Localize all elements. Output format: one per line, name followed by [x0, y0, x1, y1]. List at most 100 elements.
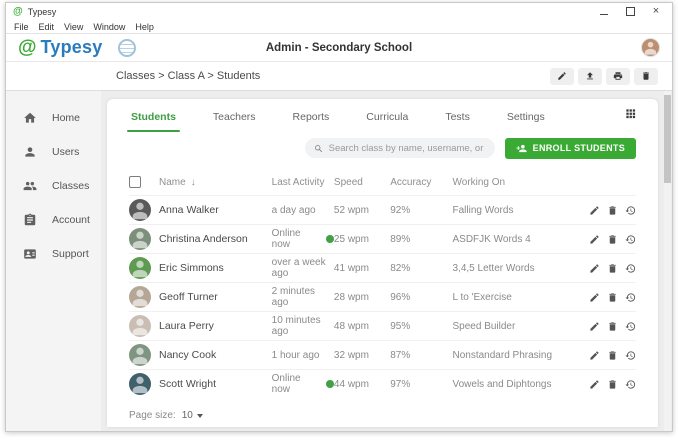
sidebar-item-users[interactable]: Users	[6, 135, 101, 169]
edit-student-button[interactable]	[589, 350, 600, 361]
delete-student-button[interactable]	[607, 292, 618, 303]
column-working-on[interactable]: Working On	[453, 177, 581, 188]
sort-descending-icon[interactable]: ↓	[191, 177, 196, 188]
edit-student-button[interactable]	[589, 263, 600, 274]
delete-student-button[interactable]	[607, 321, 618, 332]
working-on-value: L to 'Exercise	[453, 292, 581, 303]
student-name[interactable]: Anna Walker	[159, 204, 272, 216]
student-table: Anna Walker a day ago 52 wpm 92% Falling…	[129, 195, 636, 398]
edit-button[interactable]	[550, 68, 574, 85]
grid-view-icon[interactable]	[625, 106, 636, 124]
sidebar-item-home[interactable]: Home	[6, 101, 101, 135]
speed-value: 48 wpm	[334, 321, 390, 332]
person-silhouette-icon	[129, 286, 151, 308]
student-name[interactable]: Christina Anderson	[159, 233, 272, 245]
student-avatar	[129, 286, 151, 308]
search-icon	[314, 144, 323, 153]
history-button[interactable]	[625, 321, 636, 332]
tab-label: Students	[131, 111, 176, 123]
sidebar-item-account[interactable]: Account	[6, 203, 101, 237]
student-name[interactable]: Scott Wright	[159, 378, 272, 390]
menu-view[interactable]: View	[64, 22, 83, 32]
history-icon	[625, 234, 636, 245]
column-last-activity[interactable]: Last Activity	[272, 177, 334, 188]
breadcrumb[interactable]: Classes > Class A > Students	[116, 70, 260, 82]
person-icon	[23, 145, 37, 159]
menu-window[interactable]: Window	[93, 22, 125, 32]
student-name[interactable]: Laura Perry	[159, 320, 272, 332]
delete-student-button[interactable]	[607, 263, 618, 274]
window-title: Typesy	[28, 7, 57, 17]
table-row[interactable]: Scott Wright Online now 44 wpm 97% Vowel…	[129, 369, 636, 398]
tab[interactable]: Teachers	[211, 103, 258, 132]
last-activity: Online now	[272, 373, 321, 395]
column-name[interactable]: Name ↓	[159, 177, 272, 188]
tab[interactable]: Reports	[291, 103, 332, 132]
delete-student-button[interactable]	[607, 350, 618, 361]
table-row[interactable]: Christina Anderson Online now 25 wpm 89%…	[129, 224, 636, 253]
table-row[interactable]: Eric Simmons over a week ago 41 wpm 82% …	[129, 253, 636, 282]
history-button[interactable]	[625, 350, 636, 361]
menu-edit[interactable]: Edit	[39, 22, 55, 32]
search-box[interactable]	[305, 138, 495, 158]
delete-button[interactable]	[634, 68, 658, 85]
search-input[interactable]	[329, 143, 486, 154]
delete-student-button[interactable]	[607, 205, 618, 216]
accuracy-value: 96%	[390, 292, 452, 303]
admin-avatar[interactable]	[641, 38, 660, 57]
people-icon	[23, 179, 37, 193]
working-on-value: 3,4,5 Letter Words	[453, 263, 581, 274]
sidebar-item-support[interactable]: Support	[6, 237, 101, 271]
table-row[interactable]: Laura Perry 10 minutes ago 48 wpm 95% Sp…	[129, 311, 636, 340]
tab[interactable]: Tests	[443, 103, 472, 132]
upload-button[interactable]	[578, 68, 602, 85]
page-size-dropdown[interactable]: 10	[182, 410, 203, 421]
history-button[interactable]	[625, 379, 636, 390]
menu-bar: File Edit View Window Help	[6, 20, 672, 34]
person-silhouette-icon	[129, 344, 151, 366]
column-accuracy[interactable]: Accuracy	[390, 177, 452, 188]
student-name[interactable]: Geoff Turner	[159, 291, 272, 303]
pencil-icon	[589, 350, 600, 361]
tab[interactable]: Curricula	[364, 103, 410, 132]
edit-student-button[interactable]	[589, 379, 600, 390]
working-on-value: Speed Builder	[453, 321, 581, 332]
edit-student-button[interactable]	[589, 234, 600, 245]
close-icon[interactable]	[651, 7, 661, 17]
edit-student-button[interactable]	[589, 205, 600, 216]
chevron-down-icon	[197, 414, 203, 418]
select-all-checkbox[interactable]	[129, 176, 141, 188]
column-speed[interactable]: Speed	[334, 177, 390, 188]
edit-student-button[interactable]	[589, 321, 600, 332]
table-row[interactable]: Anna Walker a day ago 52 wpm 92% Falling…	[129, 195, 636, 224]
delete-student-button[interactable]	[607, 234, 618, 245]
history-button[interactable]	[625, 292, 636, 303]
history-icon	[625, 263, 636, 274]
working-on-value: ASDFJK Words 4	[453, 234, 581, 245]
table-row[interactable]: Nancy Cook 1 hour ago 32 wpm 87% Nonstan…	[129, 340, 636, 369]
history-button[interactable]	[625, 263, 636, 274]
delete-student-button[interactable]	[607, 379, 618, 390]
minimize-icon[interactable]	[599, 7, 609, 17]
person-silhouette-icon	[129, 257, 151, 279]
last-activity: over a week ago	[272, 257, 334, 279]
sidebar-item-classes[interactable]: Classes	[6, 169, 101, 203]
menu-file[interactable]: File	[14, 22, 29, 32]
edit-student-button[interactable]	[589, 292, 600, 303]
print-button[interactable]	[606, 68, 630, 85]
vertical-scrollbar[interactable]	[664, 91, 671, 431]
scrollbar-thumb[interactable]	[664, 95, 671, 183]
working-on-value: Falling Words	[453, 205, 581, 216]
maximize-icon[interactable]	[625, 7, 635, 17]
typesy-logo-icon	[13, 7, 23, 17]
tab[interactable]: Settings	[505, 103, 547, 132]
enroll-students-button[interactable]: ENROLL STUDENTS	[505, 138, 636, 159]
history-button[interactable]	[625, 205, 636, 216]
student-name[interactable]: Eric Simmons	[159, 262, 272, 274]
tab[interactable]: Students	[129, 103, 178, 132]
student-name[interactable]: Nancy Cook	[159, 349, 272, 361]
history-button[interactable]	[625, 234, 636, 245]
menu-help[interactable]: Help	[135, 22, 154, 32]
table-row[interactable]: Geoff Turner 2 minutes ago 28 wpm 96% L …	[129, 282, 636, 311]
certification-seal-icon	[118, 39, 136, 57]
